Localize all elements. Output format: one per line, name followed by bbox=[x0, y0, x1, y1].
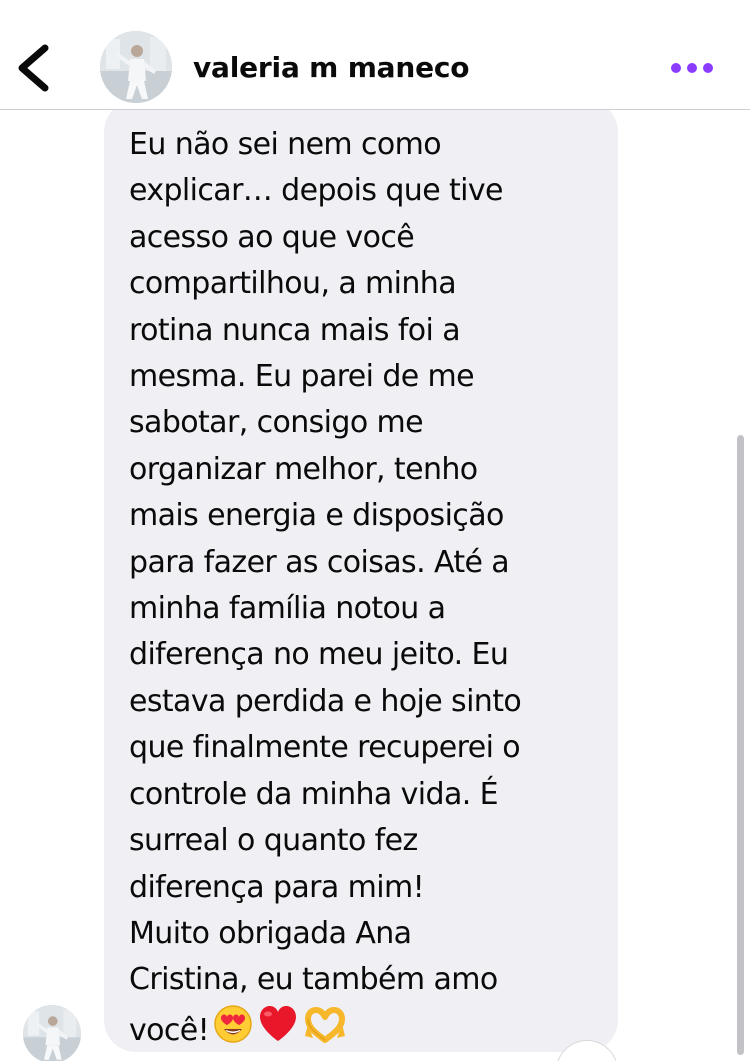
contact-name[interactable]: valeria m maneco bbox=[193, 48, 470, 88]
chat-screen: valeria m maneco Eu não sei nem como exp… bbox=[0, 0, 750, 1061]
message-thread[interactable]: Eu não sei nem como explicar… depois que… bbox=[0, 110, 750, 1061]
chat-header: valeria m maneco bbox=[0, 0, 750, 110]
message-text: Eu não sei nem como explicar… depois que… bbox=[129, 122, 608, 1058]
message-bubble[interactable]: Eu não sei nem como explicar… depois que… bbox=[104, 110, 618, 1052]
heart-eyes-emoji bbox=[213, 1004, 253, 1058]
scrollbar[interactable] bbox=[737, 435, 744, 1055]
sender-avatar[interactable] bbox=[23, 1005, 81, 1061]
avatar-photo bbox=[100, 31, 172, 103]
red-heart-icon bbox=[260, 1005, 297, 1041]
heart-hands-emoji bbox=[303, 1006, 347, 1058]
sender-avatar-photo bbox=[23, 1005, 81, 1061]
message-body: Eu não sei nem como explicar… depois que… bbox=[129, 127, 522, 1048]
red-heart-emoji bbox=[257, 1004, 299, 1058]
back-button[interactable] bbox=[8, 34, 64, 98]
more-options-button[interactable] bbox=[664, 50, 720, 86]
chevron-left-icon bbox=[18, 44, 49, 92]
more-horizontal-icon bbox=[671, 63, 713, 73]
contact-avatar[interactable] bbox=[100, 31, 172, 103]
heart-eyes-icon bbox=[214, 1004, 252, 1043]
heart-hands-icon bbox=[305, 1006, 346, 1043]
